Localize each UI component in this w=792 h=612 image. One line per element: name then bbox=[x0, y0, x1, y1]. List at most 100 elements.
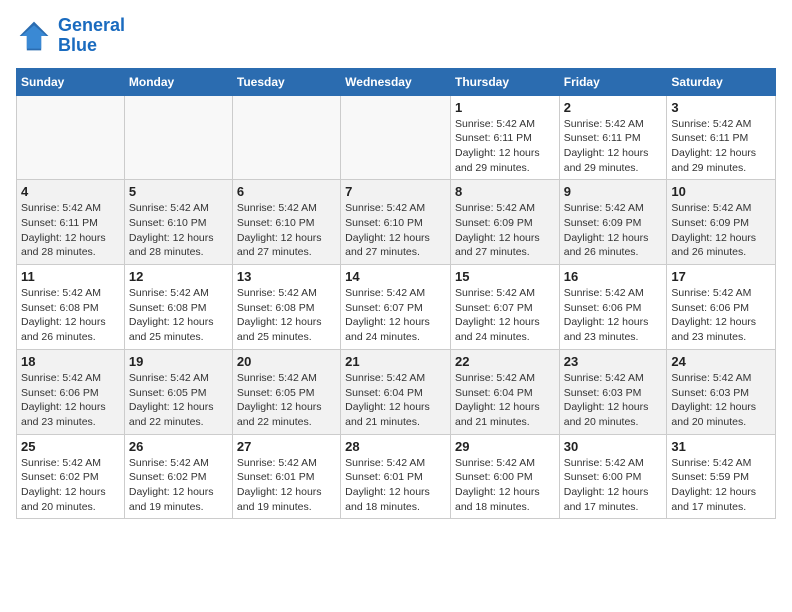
day-info: Sunrise: 5:42 AM Sunset: 6:01 PM Dayligh… bbox=[345, 456, 446, 515]
day-cell: 26 Sunrise: 5:42 AM Sunset: 6:02 PM Dayli… bbox=[124, 434, 232, 519]
header-wednesday: Wednesday bbox=[341, 68, 451, 95]
day-cell bbox=[232, 95, 340, 180]
week-row-3: 11 Sunrise: 5:42 AM Sunset: 6:08 PM Dayli… bbox=[17, 265, 776, 350]
day-number: 25 bbox=[21, 439, 120, 454]
day-number: 17 bbox=[671, 269, 771, 284]
day-info: Sunrise: 5:42 AM Sunset: 6:02 PM Dayligh… bbox=[129, 456, 228, 515]
header-saturday: Saturday bbox=[667, 68, 776, 95]
day-info: Sunrise: 5:42 AM Sunset: 6:11 PM Dayligh… bbox=[455, 117, 555, 176]
day-cell: 8 Sunrise: 5:42 AM Sunset: 6:09 PM Daylig… bbox=[450, 180, 559, 265]
day-number: 6 bbox=[237, 184, 336, 199]
day-info: Sunrise: 5:42 AM Sunset: 6:10 PM Dayligh… bbox=[129, 201, 228, 260]
day-number: 16 bbox=[564, 269, 663, 284]
day-cell: 27Sunrise: 5:42 AM Sunset: 6:01 PM Dayli… bbox=[232, 434, 340, 519]
day-cell: 7Sunrise: 5:42 AM Sunset: 6:10 PM Daylig… bbox=[341, 180, 451, 265]
page-header: General Blue bbox=[16, 16, 776, 56]
day-info: Sunrise: 5:42 AM Sunset: 6:03 PM Dayligh… bbox=[671, 371, 771, 430]
day-info: Sunrise: 5:42 AM Sunset: 6:09 PM Dayligh… bbox=[455, 201, 555, 260]
day-number: 20 bbox=[237, 354, 336, 369]
day-cell: 29 Sunrise: 5:42 AM Sunset: 6:00 PM Dayli… bbox=[450, 434, 559, 519]
day-number: 8 bbox=[455, 184, 555, 199]
day-info: Sunrise: 5:42 AM Sunset: 6:06 PM Dayligh… bbox=[671, 286, 771, 345]
day-cell bbox=[341, 95, 451, 180]
day-info: Sunrise: 5:42 AM Sunset: 6:11 PM Dayligh… bbox=[564, 117, 663, 176]
header-thursday: Thursday bbox=[450, 68, 559, 95]
day-info: Sunrise: 5:42 AM Sunset: 6:08 PM Dayligh… bbox=[237, 286, 336, 345]
day-number: 24 bbox=[671, 354, 771, 369]
week-row-4: 18 Sunrise: 5:42 AM Sunset: 6:06 PM Dayli… bbox=[17, 349, 776, 434]
day-info: Sunrise: 5:42 AM Sunset: 6:04 PM Dayligh… bbox=[345, 371, 446, 430]
day-cell: 17 Sunrise: 5:42 AM Sunset: 6:06 PM Dayli… bbox=[667, 265, 776, 350]
day-number: 30 bbox=[564, 439, 663, 454]
day-number: 18 bbox=[21, 354, 120, 369]
day-cell: 20 Sunrise: 5:42 AM Sunset: 6:05 PM Dayli… bbox=[232, 349, 340, 434]
day-cell: 9Sunrise: 5:42 AM Sunset: 6:09 PM Daylig… bbox=[559, 180, 667, 265]
day-info: Sunrise: 5:42 AM Sunset: 6:07 PM Dayligh… bbox=[455, 286, 555, 345]
day-cell: 13Sunrise: 5:42 AM Sunset: 6:08 PM Dayli… bbox=[232, 265, 340, 350]
day-number: 26 bbox=[129, 439, 228, 454]
day-info: Sunrise: 5:42 AM Sunset: 6:09 PM Dayligh… bbox=[564, 201, 663, 260]
day-info: Sunrise: 5:42 AM Sunset: 6:07 PM Dayligh… bbox=[345, 286, 446, 345]
logo-text: General Blue bbox=[58, 16, 125, 56]
day-info: Sunrise: 5:42 AM Sunset: 6:02 PM Dayligh… bbox=[21, 456, 120, 515]
day-info: Sunrise: 5:42 AM Sunset: 6:11 PM Dayligh… bbox=[21, 201, 120, 260]
day-info: Sunrise: 5:42 AM Sunset: 6:00 PM Dayligh… bbox=[564, 456, 663, 515]
day-number: 4 bbox=[21, 184, 120, 199]
day-info: Sunrise: 5:42 AM Sunset: 6:08 PM Dayligh… bbox=[129, 286, 228, 345]
day-info: Sunrise: 5:42 AM Sunset: 6:04 PM Dayligh… bbox=[455, 371, 555, 430]
day-number: 14 bbox=[345, 269, 446, 284]
day-number: 3 bbox=[671, 100, 771, 115]
header-monday: Monday bbox=[124, 68, 232, 95]
week-row-2: 4 Sunrise: 5:42 AM Sunset: 6:11 PM Daylig… bbox=[17, 180, 776, 265]
day-number: 23 bbox=[564, 354, 663, 369]
day-info: Sunrise: 5:42 AM Sunset: 6:05 PM Dayligh… bbox=[237, 371, 336, 430]
day-number: 21 bbox=[345, 354, 446, 369]
day-info: Sunrise: 5:42 AM Sunset: 6:00 PM Dayligh… bbox=[455, 456, 555, 515]
day-number: 10 bbox=[671, 184, 771, 199]
day-cell: 4 Sunrise: 5:42 AM Sunset: 6:11 PM Daylig… bbox=[17, 180, 125, 265]
header-sunday: Sunday bbox=[17, 68, 125, 95]
calendar-table: SundayMondayTuesdayWednesdayThursdayFrid… bbox=[16, 68, 776, 520]
day-number: 7 bbox=[345, 184, 446, 199]
day-cell: 15 Sunrise: 5:42 AM Sunset: 6:07 PM Dayli… bbox=[450, 265, 559, 350]
day-info: Sunrise: 5:42 AM Sunset: 6:06 PM Dayligh… bbox=[21, 371, 120, 430]
day-cell: 22 Sunrise: 5:42 AM Sunset: 6:04 PM Dayli… bbox=[450, 349, 559, 434]
week-row-5: 25 Sunrise: 5:42 AM Sunset: 6:02 PM Dayli… bbox=[17, 434, 776, 519]
day-info: Sunrise: 5:42 AM Sunset: 5:59 PM Dayligh… bbox=[671, 456, 771, 515]
day-cell: 1 Sunrise: 5:42 AM Sunset: 6:11 PM Daylig… bbox=[450, 95, 559, 180]
day-number: 11 bbox=[21, 269, 120, 284]
day-number: 29 bbox=[455, 439, 555, 454]
day-number: 28 bbox=[345, 439, 446, 454]
day-number: 31 bbox=[671, 439, 771, 454]
day-cell: 12 Sunrise: 5:42 AM Sunset: 6:08 PM Dayli… bbox=[124, 265, 232, 350]
day-info: Sunrise: 5:42 AM Sunset: 6:10 PM Dayligh… bbox=[237, 201, 336, 260]
day-info: Sunrise: 5:42 AM Sunset: 6:06 PM Dayligh… bbox=[564, 286, 663, 345]
day-cell bbox=[17, 95, 125, 180]
day-cell: 5Sunrise: 5:42 AM Sunset: 6:10 PM Daylig… bbox=[124, 180, 232, 265]
day-cell: 23 Sunrise: 5:42 AM Sunset: 6:03 PM Dayli… bbox=[559, 349, 667, 434]
day-cell: 2Sunrise: 5:42 AM Sunset: 6:11 PM Daylig… bbox=[559, 95, 667, 180]
logo: General Blue bbox=[16, 16, 125, 56]
day-number: 15 bbox=[455, 269, 555, 284]
day-number: 22 bbox=[455, 354, 555, 369]
day-info: Sunrise: 5:42 AM Sunset: 6:01 PM Dayligh… bbox=[237, 456, 336, 515]
day-number: 1 bbox=[455, 100, 555, 115]
day-cell: 21 Sunrise: 5:42 AM Sunset: 6:04 PM Dayli… bbox=[341, 349, 451, 434]
day-cell bbox=[124, 95, 232, 180]
day-cell: 10Sunrise: 5:42 AM Sunset: 6:09 PM Dayli… bbox=[667, 180, 776, 265]
day-number: 12 bbox=[129, 269, 228, 284]
day-cell: 3 Sunrise: 5:42 AM Sunset: 6:11 PM Daylig… bbox=[667, 95, 776, 180]
day-info: Sunrise: 5:42 AM Sunset: 6:05 PM Dayligh… bbox=[129, 371, 228, 430]
day-cell: 24 Sunrise: 5:42 AM Sunset: 6:03 PM Dayli… bbox=[667, 349, 776, 434]
day-info: Sunrise: 5:42 AM Sunset: 6:11 PM Dayligh… bbox=[671, 117, 771, 176]
week-row-1: 1 Sunrise: 5:42 AM Sunset: 6:11 PM Daylig… bbox=[17, 95, 776, 180]
day-cell: 25 Sunrise: 5:42 AM Sunset: 6:02 PM Dayli… bbox=[17, 434, 125, 519]
day-cell: 19Sunrise: 5:42 AM Sunset: 6:05 PM Dayli… bbox=[124, 349, 232, 434]
day-cell: 18 Sunrise: 5:42 AM Sunset: 6:06 PM Dayli… bbox=[17, 349, 125, 434]
day-cell: 11Sunrise: 5:42 AM Sunset: 6:08 PM Dayli… bbox=[17, 265, 125, 350]
day-cell: 28 Sunrise: 5:42 AM Sunset: 6:01 PM Dayli… bbox=[341, 434, 451, 519]
day-cell: 14 Sunrise: 5:42 AM Sunset: 6:07 PM Dayli… bbox=[341, 265, 451, 350]
logo-icon bbox=[16, 18, 52, 54]
day-cell: 6 Sunrise: 5:42 AM Sunset: 6:10 PM Daylig… bbox=[232, 180, 340, 265]
day-info: Sunrise: 5:42 AM Sunset: 6:03 PM Dayligh… bbox=[564, 371, 663, 430]
